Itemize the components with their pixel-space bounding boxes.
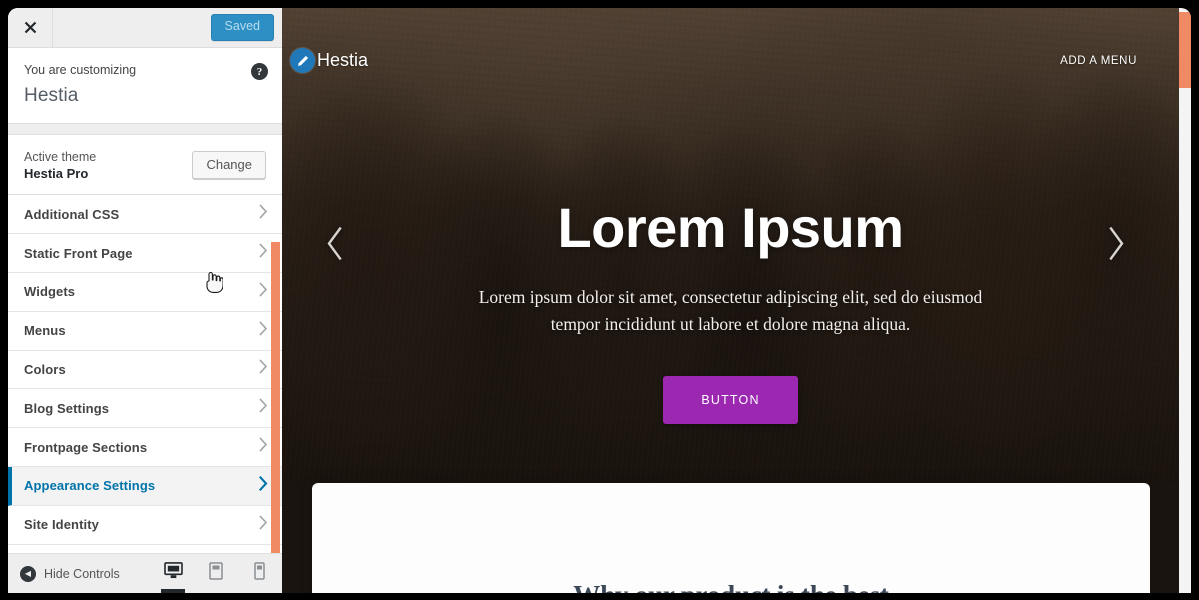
chevron-right-icon xyxy=(259,475,268,496)
sidebar-item-label: Colors xyxy=(24,361,66,377)
hero-section: Hestia ADD A MENU Lorem Ipsum Lorem ipsu… xyxy=(282,8,1179,483)
customizer-topbar: Saved xyxy=(8,8,282,48)
sidebar-item-label: Static Front Page xyxy=(24,245,133,261)
hero-content: Lorem Ipsum Lorem ipsum dolor sit amet, … xyxy=(282,196,1179,424)
chevron-right-icon xyxy=(259,515,268,535)
sidebar-item-label: Blog Settings xyxy=(24,400,110,416)
customizing-site-title: Hestia xyxy=(24,85,79,107)
sidebar-item-label: Frontpage Sections xyxy=(24,439,148,455)
content-card: Why our product is the best xyxy=(312,483,1150,593)
sidebar-item-appearance-settings[interactable]: Appearance Settings xyxy=(8,466,282,506)
desktop-icon xyxy=(163,562,183,584)
site-preview: Hestia ADD A MENU Lorem Ipsum Lorem ipsu… xyxy=(282,8,1191,593)
active-theme-label: Active theme xyxy=(24,150,97,165)
device-mobile-button[interactable] xyxy=(244,553,274,593)
hero-cta-button[interactable]: BUTTON xyxy=(663,375,798,424)
customizing-eyebrow: You are customizing xyxy=(24,63,137,77)
pencil-circle-icon xyxy=(290,48,315,73)
collapse-arrow-icon: ◀ xyxy=(20,565,36,582)
close-icon xyxy=(24,21,36,34)
chevron-right-icon xyxy=(1109,226,1124,260)
chevron-right-icon xyxy=(259,398,268,418)
customizer-section-list: Additional CSS Static Front Page Widgets Me… xyxy=(8,195,282,553)
sidebar-item-frontpage-sections[interactable]: Frontpage Sections xyxy=(8,428,282,467)
sidebar-item-label: Appearance Settings xyxy=(24,478,156,494)
sidebar-gap xyxy=(8,124,282,135)
help-icon[interactable]: ? xyxy=(251,63,268,80)
pencil-icon xyxy=(297,55,308,66)
active-theme-row: Active theme Hestia Pro Change xyxy=(8,134,282,196)
preview-scrollbar-thumb[interactable] xyxy=(1179,12,1191,88)
chevron-right-icon xyxy=(259,243,268,263)
add-a-menu-link[interactable]: ADD A MENU xyxy=(1060,55,1137,67)
card-heading: Why our product is the best xyxy=(312,580,1150,593)
sidebar-item-label: Site Identity xyxy=(24,517,99,533)
chevron-right-icon xyxy=(259,359,268,379)
device-desktop-button[interactable] xyxy=(158,553,188,593)
sidebar-item-widgets[interactable]: Widgets xyxy=(8,272,282,312)
hero-next-arrow[interactable] xyxy=(1105,225,1127,266)
close-customizer-button[interactable] xyxy=(8,8,53,47)
site-brand-name: Hestia xyxy=(317,50,369,70)
active-theme-name: Hestia Pro xyxy=(24,166,89,182)
mobile-icon xyxy=(253,561,265,585)
save-button[interactable]: Saved xyxy=(210,14,274,41)
site-brand[interactable]: Hestia xyxy=(290,48,368,73)
preview-scrollbar-track[interactable] xyxy=(1179,8,1191,593)
sidebar-item-static-front-page[interactable]: Static Front Page xyxy=(8,234,282,273)
sidebar-item-blog-settings[interactable]: Blog Settings xyxy=(8,389,282,429)
hide-controls-button[interactable]: ◀ Hide Controls xyxy=(20,565,120,582)
sidebar-item-site-identity[interactable]: Site Identity xyxy=(8,505,282,545)
sidebar-item-colors[interactable]: Colors xyxy=(8,350,282,390)
hero-title: Lorem Ipsum xyxy=(557,196,904,259)
hide-controls-label: Hide Controls xyxy=(44,566,120,581)
chevron-left-icon xyxy=(327,226,342,260)
sidebar-scrollbar-thumb[interactable] xyxy=(271,242,280,553)
sidebar-item-menus[interactable]: Menus xyxy=(8,311,282,351)
tablet-icon xyxy=(209,561,223,585)
browser-frame: Saved You are customizing Hestia ? Activ… xyxy=(0,0,1199,600)
chevron-right-icon xyxy=(259,204,268,224)
chevron-right-icon xyxy=(259,437,268,457)
customizing-info-panel: You are customizing Hestia ? xyxy=(8,48,282,125)
sidebar-item-label: Additional CSS xyxy=(24,206,120,222)
chevron-right-icon xyxy=(259,282,268,302)
change-theme-button[interactable]: Change xyxy=(192,150,266,179)
chevron-right-icon xyxy=(259,321,268,341)
customizer-sidebar: Saved You are customizing Hestia ? Activ… xyxy=(8,8,282,593)
hero-prev-arrow[interactable] xyxy=(324,225,346,266)
hero-subtitle: Lorem ipsum dolor sit amet, consectetur … xyxy=(478,287,983,335)
sidebar-item-additional-css[interactable]: Additional CSS xyxy=(8,195,282,235)
sidebar-item-label: Widgets xyxy=(24,284,76,300)
customizer-footer: ◀ Hide Controls xyxy=(8,553,282,593)
device-tablet-button[interactable] xyxy=(201,553,231,593)
sidebar-item-label: Menus xyxy=(24,323,66,339)
device-preview-switcher xyxy=(158,553,274,593)
